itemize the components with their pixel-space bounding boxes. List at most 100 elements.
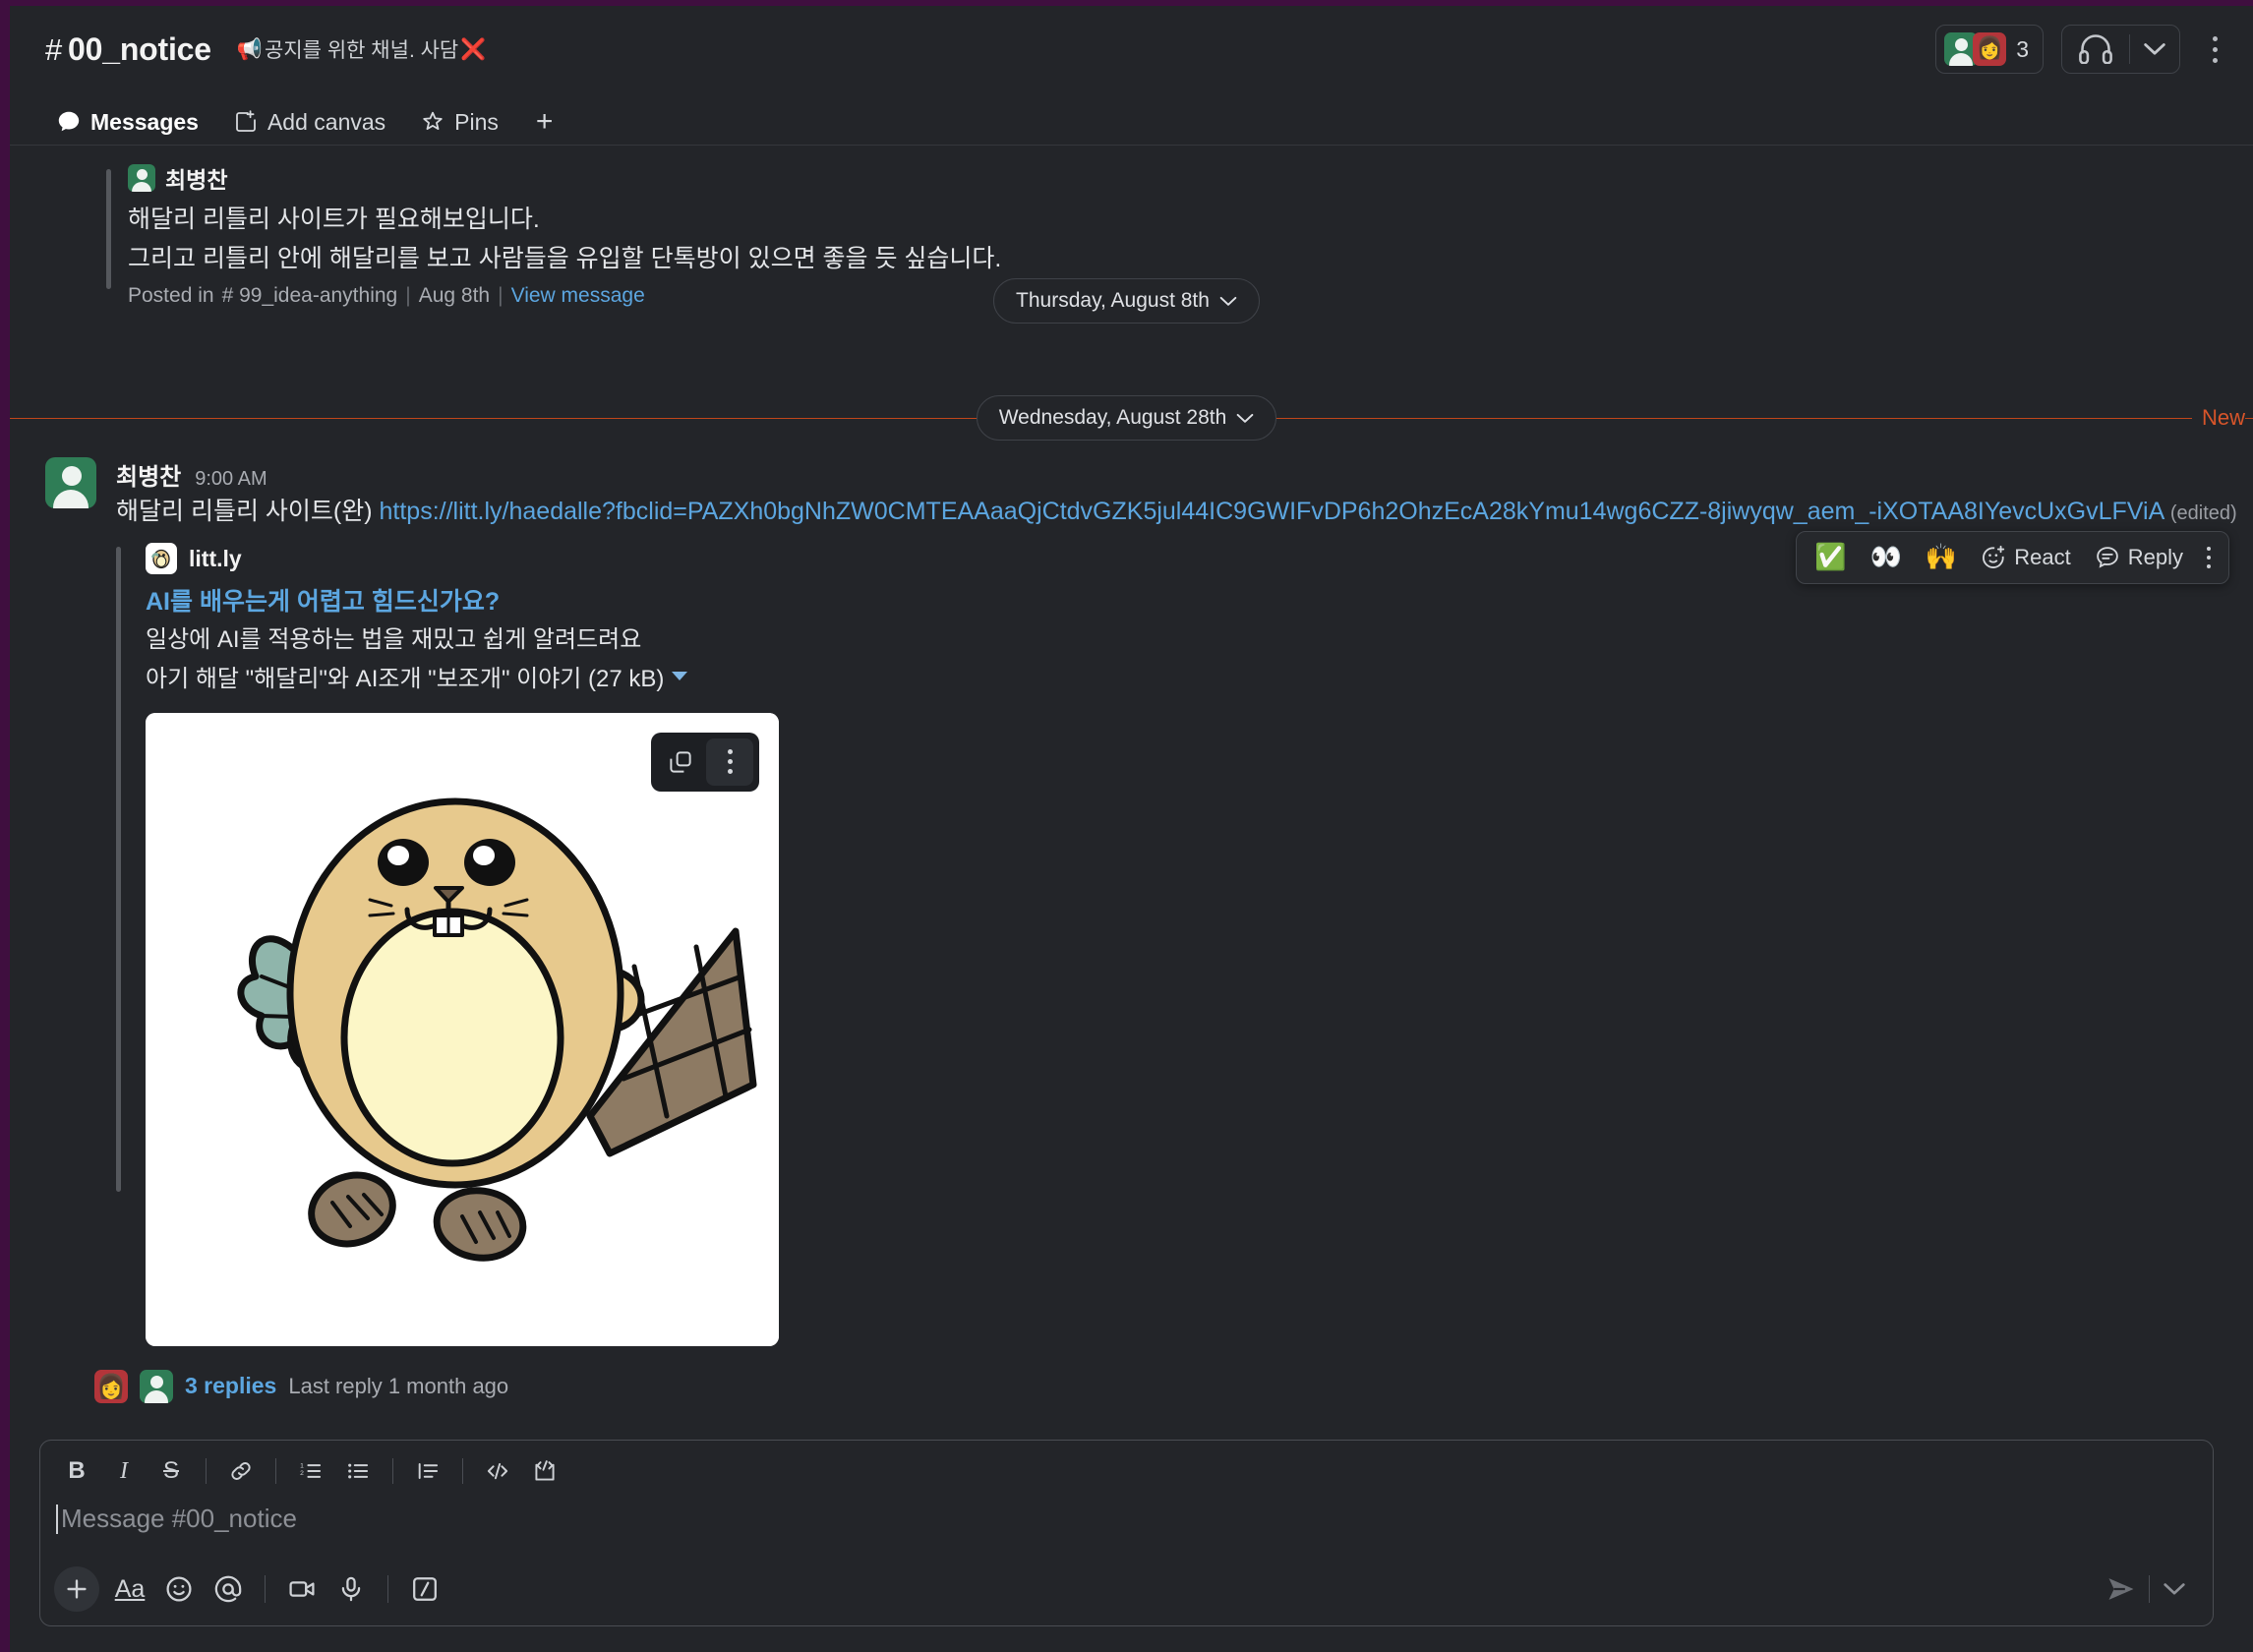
divider	[275, 1458, 276, 1484]
divider	[462, 1458, 463, 1484]
svg-text:2: 2	[300, 1470, 304, 1477]
otter-favicon-icon	[146, 543, 177, 575]
formatting-button[interactable]: Aa	[105, 1564, 154, 1614]
send-group	[2094, 1565, 2199, 1613]
message-hover-toolbar: ✅ 👀 🙌 React Reply	[1796, 531, 2229, 584]
composer-actions: Aa	[40, 1557, 2213, 1625]
author-name[interactable]: 최병찬	[116, 457, 181, 492]
date-pill-wednesday[interactable]: Wednesday, August 28th	[976, 395, 1277, 441]
image-attachment[interactable]	[146, 712, 779, 1346]
add-reaction-icon	[1981, 545, 2006, 570]
channel-title[interactable]: # 00_notice	[45, 31, 211, 68]
video-clip-button[interactable]	[277, 1564, 326, 1614]
emoji-button[interactable]	[154, 1564, 204, 1614]
more-actions-icon[interactable]	[2197, 539, 2221, 576]
tab-label: Messages	[90, 108, 199, 135]
eyes-icon: 👀	[1869, 543, 1902, 572]
message-link[interactable]: https://litt.ly/haedalle?fbclid=PAZXh0bg…	[380, 498, 2164, 525]
message-input-placeholder: Message #00_notice	[56, 1504, 297, 1534]
link-button[interactable]	[218, 1450, 264, 1492]
unfurl-description: 일상에 AI를 적용하는 법을 재밌고 쉽게 알려드려요	[146, 626, 642, 654]
mention-button[interactable]	[204, 1564, 253, 1614]
image-action-toolbar	[651, 732, 759, 792]
avatar	[1944, 32, 1979, 66]
react-button[interactable]: React	[1971, 538, 2080, 577]
ordered-list-button[interactable]: 12	[288, 1450, 333, 1492]
message-timestamp[interactable]: 9:00 AM	[195, 468, 267, 491]
reply-icon	[2095, 545, 2120, 570]
unfurl-service-name[interactable]: litt.ly	[189, 546, 242, 572]
reaction-white-check-mark-button[interactable]: ✅	[1805, 538, 1856, 577]
tab-label: Pins	[454, 108, 499, 135]
send-button[interactable]	[2094, 1565, 2149, 1613]
caret-down-icon[interactable]	[672, 671, 688, 680]
slash-command-button[interactable]	[400, 1564, 449, 1614]
date-label: Thursday, August 8th	[1016, 289, 1210, 312]
link-preview: litt.ly AI를 배우는게 어렵고 힘드신가요? 일상에 AI를 적용하는…	[116, 543, 2253, 1346]
channel-more-options-icon[interactable]	[2198, 30, 2231, 69]
unfurl-file-line: 아기 해달 "해달리"와 AI조개 "보조개" 이야기 (27 kB)	[146, 659, 2253, 693]
pin-star-icon	[421, 110, 445, 134]
blockquote-button[interactable]	[405, 1450, 450, 1492]
message-input[interactable]: Message #00_notice	[40, 1498, 2213, 1557]
megaphone-icon: 📢	[236, 36, 264, 61]
channel-topic-text: 공지를 위한 채널. 사담	[265, 39, 459, 62]
message-text: 해달리 리틀리 사이트(완) https://litt.ly/haedalle?…	[116, 494, 2253, 529]
add-tab-button[interactable]: +	[516, 107, 573, 137]
strikethrough-button[interactable]: S	[148, 1450, 194, 1492]
add-attachment-button[interactable]	[54, 1566, 99, 1612]
chevron-down-icon	[1219, 296, 1237, 306]
shared-message-author[interactable]: 최병찬	[128, 161, 2253, 195]
thread-replies-bar[interactable]: 👩 3 replies Last reply 1 month ago	[85, 1364, 518, 1409]
huddle-button[interactable]	[2061, 25, 2180, 74]
header-actions: 👩 3	[1935, 25, 2231, 74]
date-pill-thursday[interactable]: Thursday, August 8th	[993, 278, 1260, 324]
bulleted-list-button[interactable]	[335, 1450, 381, 1492]
channel-topic[interactable]: 📢 공지를 위한 채널. 사담 ❌	[237, 34, 487, 64]
message-list[interactable]: 최병찬 해달리 리틀리 사이트가 필요해보입니다. 그리고 리틀리 안에 해달리…	[0, 146, 2253, 1426]
code-block-button[interactable]	[522, 1450, 567, 1492]
unfurl-title[interactable]: AI를 배우는게 어렵고 힘드신가요?	[146, 582, 2253, 618]
chat-bubble-icon	[57, 110, 81, 134]
author-name: 최병찬	[165, 167, 228, 193]
canvas-plus-icon	[234, 110, 258, 134]
svg-text:1: 1	[300, 1462, 304, 1469]
tab-label: Add canvas	[267, 108, 386, 135]
message-text-prefix: 해달리 리틀리 사이트(완)	[116, 498, 380, 525]
shared-message-line-1: 해달리 리틀리 사이트가 필요해보입니다.	[128, 206, 540, 233]
image-more-options-icon[interactable]	[706, 738, 753, 786]
divider	[392, 1458, 393, 1484]
white-check-mark-icon: ✅	[1814, 543, 1847, 572]
send-options-button[interactable]	[2150, 1565, 2199, 1613]
huddle-options-chevron-icon[interactable]	[2130, 42, 2179, 56]
message-composer[interactable]: B I S 12 Message #00_notice Aa	[39, 1440, 2214, 1626]
avatar	[140, 1369, 173, 1403]
audio-clip-button[interactable]	[326, 1564, 376, 1614]
message-body: 최병찬 9:00 AM 해달리 리틀리 사이트(완) https://litt.…	[94, 457, 2253, 1409]
bold-button[interactable]: B	[54, 1450, 99, 1492]
italic-button[interactable]: I	[101, 1450, 147, 1492]
reaction-eyes-button[interactable]: 👀	[1861, 538, 1912, 577]
tab-pins[interactable]: Pins	[403, 98, 516, 146]
avatar: 👩	[94, 1369, 128, 1403]
divider	[265, 1575, 266, 1603]
copy-icon[interactable]	[657, 738, 704, 786]
code-button[interactable]	[475, 1450, 520, 1492]
member-avatars: 👩	[1944, 32, 2007, 66]
reply-in-thread-button[interactable]: Reply	[2085, 538, 2193, 577]
tab-add-canvas[interactable]: Add canvas	[216, 98, 403, 146]
message-item: 최병찬 9:00 AM 해달리 리틀리 사이트(완) https://litt.…	[0, 447, 2253, 1409]
reply-label: Reply	[2127, 545, 2183, 569]
channel-header: # 00_notice 📢 공지를 위한 채널. 사담 ❌ 👩 3	[0, 0, 2253, 98]
avatar[interactable]	[45, 457, 96, 508]
chevron-down-icon	[1236, 413, 1254, 423]
unfurl-file-text: 아기 해달 "해달리"와 AI조개 "보조개" 이야기 (27 kB)	[146, 665, 665, 692]
reaction-raised-hands-button[interactable]: 🙌	[1916, 538, 1967, 577]
channel-hash: #	[45, 31, 63, 67]
beaver-illustration	[146, 712, 779, 1346]
members-button[interactable]: 👩 3	[1935, 25, 2044, 74]
cross-mark-icon: ❌	[460, 36, 487, 61]
tab-messages[interactable]: Messages	[39, 98, 216, 149]
window-top-edge	[0, 0, 2253, 6]
last-reply-label: Last reply 1 month ago	[288, 1373, 509, 1398]
